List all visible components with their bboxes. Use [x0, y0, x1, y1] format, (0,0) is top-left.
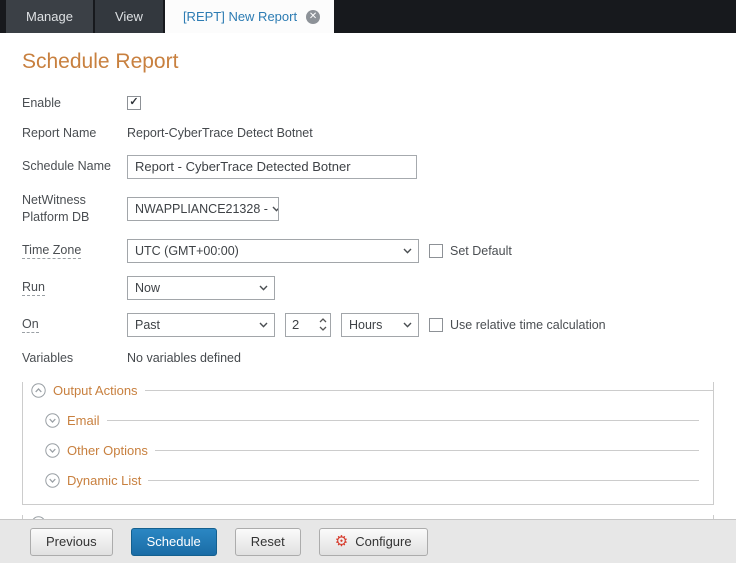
- number-spinner: [315, 314, 330, 336]
- report-name-label: Report Name: [22, 125, 127, 142]
- chevron-down-circle-icon[interactable]: [45, 413, 60, 428]
- footer-bar: Previous Schedule Reset ⚙ Configure: [0, 519, 736, 563]
- relative-time-group: Use relative time calculation: [429, 318, 606, 332]
- dropdown-arrow-icon: [403, 248, 412, 254]
- tab-manage-label: Manage: [26, 9, 73, 24]
- output-actions-header[interactable]: Output Actions: [23, 382, 713, 398]
- platform-db-row: NetWitness Platform DB NWAPPLIANCE21328 …: [22, 192, 714, 226]
- on-unit-select-value: Hours: [349, 318, 382, 332]
- schedule-button[interactable]: Schedule: [131, 528, 217, 556]
- dropdown-arrow-icon: [272, 206, 279, 212]
- platform-db-label: NetWitness Platform DB: [22, 192, 127, 226]
- dropdown-arrow-icon: [259, 322, 268, 328]
- app-window: Manage View [REPT] New Report ✕ Schedule…: [0, 0, 736, 563]
- set-default-label: Set Default: [450, 244, 512, 258]
- output-actions-section: Output Actions Email Other Options: [22, 382, 714, 505]
- output-actions-title: Output Actions: [53, 383, 138, 398]
- section-divider-line: [155, 450, 699, 451]
- on-unit-select[interactable]: Hours: [341, 313, 419, 337]
- on-range-select-value: Past: [135, 318, 160, 332]
- schedule-report-panel: Schedule Report Enable ✓ Report Name Rep…: [0, 33, 736, 519]
- dynamic-list-section-title: Dynamic List: [67, 473, 141, 488]
- schedule-name-row: Schedule Name: [22, 155, 714, 179]
- email-section-header[interactable]: Email: [45, 412, 699, 428]
- spinner-up-icon[interactable]: [319, 318, 327, 323]
- section-divider-line: [107, 420, 699, 421]
- checkmark-icon: ✓: [129, 97, 138, 108]
- reset-button[interactable]: Reset: [235, 528, 301, 556]
- timezone-select-value: UTC (GMT+00:00): [135, 244, 239, 258]
- tab-view[interactable]: View: [95, 0, 163, 33]
- gear-icon: ⚙: [335, 534, 348, 549]
- chevron-down-circle-icon[interactable]: [45, 473, 60, 488]
- tab-bar-filler: [336, 0, 736, 33]
- run-row: Run Now: [22, 276, 714, 300]
- timezone-select[interactable]: UTC (GMT+00:00): [127, 239, 419, 263]
- on-count-value: 2: [286, 314, 315, 336]
- schedule-name-input[interactable]: [127, 155, 417, 179]
- variables-value: No variables defined: [127, 351, 241, 365]
- report-name-value: Report-CyberTrace Detect Botnet: [127, 126, 313, 140]
- page-title: Schedule Report: [22, 50, 714, 74]
- chevron-down-circle-icon[interactable]: [45, 443, 60, 458]
- platform-db-select[interactable]: NWAPPLIANCE21328 -: [127, 197, 279, 221]
- on-row: On Past 2: [22, 313, 714, 337]
- run-select-value: Now: [135, 281, 160, 295]
- other-options-section-header[interactable]: Other Options: [45, 442, 699, 458]
- other-options-section-title: Other Options: [67, 443, 148, 458]
- platform-db-select-value: NWAPPLIANCE21328 -: [135, 202, 268, 216]
- relative-time-checkbox[interactable]: [429, 318, 443, 332]
- configure-button[interactable]: ⚙ Configure: [319, 528, 428, 556]
- schedule-name-label: Schedule Name: [22, 158, 127, 175]
- enable-row: Enable ✓: [22, 95, 714, 112]
- previous-button[interactable]: Previous: [30, 528, 113, 556]
- enable-label: Enable: [22, 95, 127, 112]
- dynamic-list-section-header[interactable]: Dynamic List: [45, 472, 699, 488]
- tab-view-label: View: [115, 9, 143, 24]
- tab-close-icon[interactable]: ✕: [306, 10, 320, 24]
- run-label: Run: [22, 279, 127, 296]
- chevron-up-circle-icon[interactable]: [31, 383, 46, 398]
- on-count-input[interactable]: 2: [285, 313, 331, 337]
- dropdown-arrow-icon: [403, 322, 412, 328]
- on-range-select[interactable]: Past: [127, 313, 275, 337]
- tab-new-report[interactable]: [REPT] New Report ✕: [165, 0, 334, 33]
- spinner-down-icon[interactable]: [319, 326, 327, 331]
- variables-row: Variables No variables defined: [22, 350, 714, 367]
- configure-button-label: Configure: [355, 534, 411, 549]
- enable-checkbox[interactable]: ✓: [127, 96, 141, 110]
- variables-label: Variables: [22, 350, 127, 367]
- run-select[interactable]: Now: [127, 276, 275, 300]
- section-divider-line: [148, 480, 699, 481]
- tab-new-report-label: [REPT] New Report: [183, 9, 297, 24]
- tab-manage[interactable]: Manage: [6, 0, 93, 33]
- report-name-row: Report Name Report-CyberTrace Detect Bot…: [22, 125, 714, 142]
- dropdown-arrow-icon: [259, 285, 268, 291]
- section-divider-line: [145, 390, 713, 391]
- timezone-label: Time Zone: [22, 242, 127, 259]
- relative-time-label: Use relative time calculation: [450, 318, 606, 332]
- tab-bar: Manage View [REPT] New Report ✕: [0, 0, 736, 33]
- on-label: On: [22, 316, 127, 333]
- set-default-checkbox[interactable]: [429, 244, 443, 258]
- timezone-row: Time Zone UTC (GMT+00:00) Set Default: [22, 239, 714, 263]
- set-default-group: Set Default: [429, 244, 512, 258]
- email-section-title: Email: [67, 413, 100, 428]
